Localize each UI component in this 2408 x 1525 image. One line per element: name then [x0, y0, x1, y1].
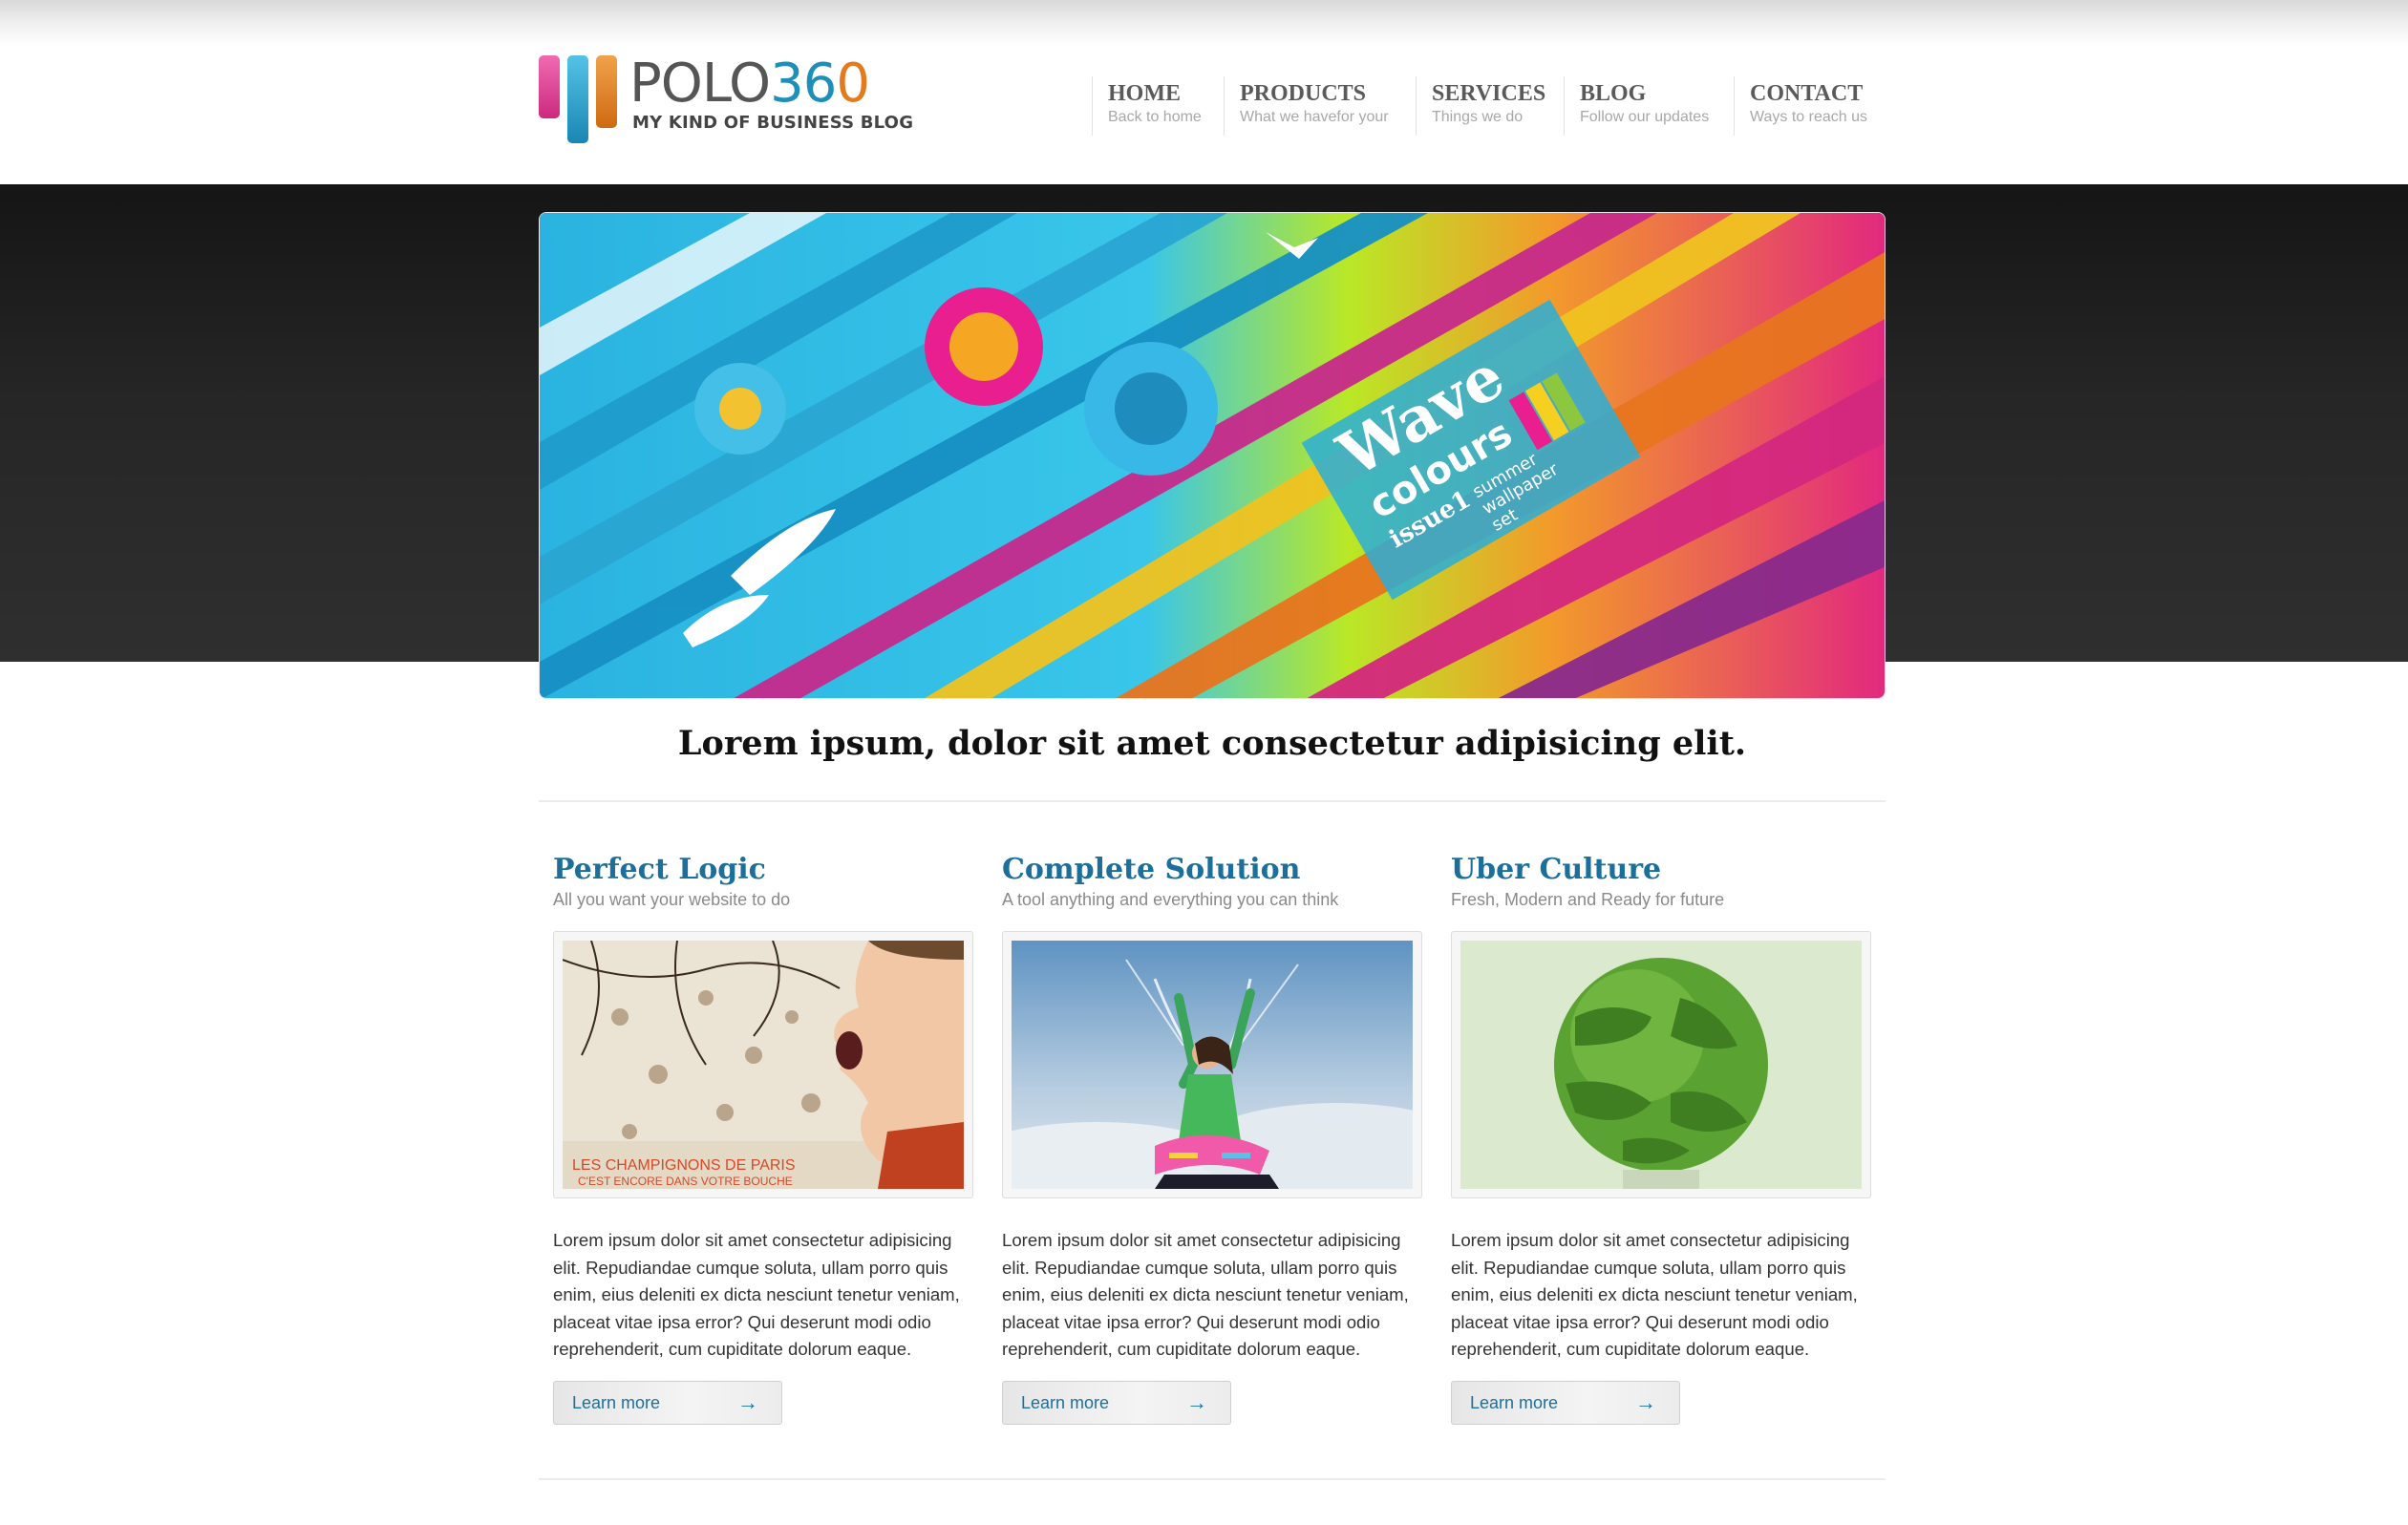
nav-label: PRODUCTS: [1240, 81, 1367, 106]
image-caption-small: C'EST ENCORE DANS VOTRE BOUCHE: [578, 1175, 793, 1188]
feature-image-frame: LES CHAMPIGNONS DE PARIS C'EST ENCORE DA…: [553, 931, 973, 1198]
feature-image-green-sphere: [1460, 941, 1862, 1189]
arrow-right-icon: →: [1186, 1389, 1207, 1414]
logo-wordmark: POLO360: [629, 53, 870, 115]
arrow-right-icon: →: [737, 1389, 758, 1414]
learn-more-button[interactable]: Learn more →: [1451, 1380, 1680, 1425]
page-tagline: Lorem ipsum, dolor sit amet consectetur …: [677, 724, 1747, 763]
feature-image-frame: [1451, 931, 1871, 1198]
nav-sublabel: Things we do: [1432, 109, 1524, 125]
nav-sublabel: Ways to reach us: [1750, 109, 1868, 125]
divider-bottom: [539, 1478, 1886, 1480]
feature-title[interactable]: Uber Culture: [1451, 852, 1873, 888]
nav-label: HOME: [1108, 81, 1181, 106]
feature-card-uber-culture: Uber Culture Fresh, Modern and Ready for…: [1451, 852, 1873, 1425]
logo-name-prefix: POLO: [629, 53, 771, 115]
feature-subtitle: A tool anything and everything you can t…: [1002, 890, 1339, 909]
logo-tagline: MY KIND OF BUSINESS BLOG: [632, 113, 914, 133]
nav-item-services[interactable]: SERVICES Things we do: [1416, 76, 1545, 136]
nav-item-products[interactable]: PRODUCTS What we havefor your: [1224, 76, 1389, 136]
image-caption: LES CHAMPIGNONS DE PARIS: [572, 1157, 796, 1174]
feature-image-mushrooms: LES CHAMPIGNONS DE PARIS C'EST ENCORE DA…: [563, 941, 964, 1189]
logo-bar-blue: [567, 55, 588, 143]
logo-bar-orange: [596, 55, 617, 128]
hero-banner: Wave colours issue1 summer wallpaper set: [539, 212, 1886, 699]
feature-subtitle: Fresh, Modern and Ready for future: [1451, 890, 1725, 909]
feature-title[interactable]: Perfect Logic: [553, 852, 975, 888]
feature-body: Lorem ipsum dolor sit amet consectetur a…: [553, 1230, 960, 1360]
feature-title[interactable]: Complete Solution: [1002, 852, 1424, 888]
nav-item-contact[interactable]: CONTACT Ways to reach us: [1734, 76, 1867, 136]
button-label: Learn more: [572, 1392, 661, 1412]
arrow-right-icon: →: [1635, 1389, 1656, 1414]
nav-sublabel: Back to home: [1108, 109, 1202, 125]
feature-image-frame: [1002, 931, 1422, 1198]
logo-name-digits: 36: [770, 53, 837, 115]
feature-image-dancer: [1012, 941, 1413, 1189]
top-shade: [0, 0, 2408, 46]
hero-artwork: Wave colours issue1 summer wallpaper set: [540, 213, 1885, 698]
button-label: Learn more: [1021, 1392, 1110, 1412]
nav-sublabel: Follow our updates: [1580, 109, 1710, 125]
logo-bar-pink: [539, 55, 560, 118]
site-logo[interactable]: POLO360 MY KIND OF BUSINESS BLOG: [539, 53, 913, 145]
nav-label: CONTACT: [1750, 81, 1864, 106]
feature-card-perfect-logic: Perfect Logic All you want your website …: [553, 852, 975, 1425]
nav-item-home[interactable]: HOME Back to home: [1092, 76, 1202, 136]
nav-sublabel: What we havefor your: [1240, 109, 1389, 125]
feature-body: Lorem ipsum dolor sit amet consectetur a…: [1002, 1230, 1409, 1360]
button-label: Learn more: [1470, 1392, 1559, 1412]
divider-top: [539, 800, 1886, 802]
learn-more-button[interactable]: Learn more →: [553, 1380, 782, 1425]
nav-label: SERVICES: [1432, 81, 1546, 106]
feature-card-complete-solution: Complete Solution A tool anything and ev…: [1002, 852, 1424, 1425]
feature-subtitle: All you want your website to do: [553, 890, 791, 909]
learn-more-button[interactable]: Learn more →: [1002, 1380, 1231, 1425]
nav-item-blog[interactable]: BLOG Follow our updates: [1564, 76, 1709, 136]
nav-label: BLOG: [1580, 81, 1647, 106]
logo-name-zero: 0: [836, 53, 870, 115]
feature-body: Lorem ipsum dolor sit amet consectetur a…: [1451, 1230, 1858, 1360]
